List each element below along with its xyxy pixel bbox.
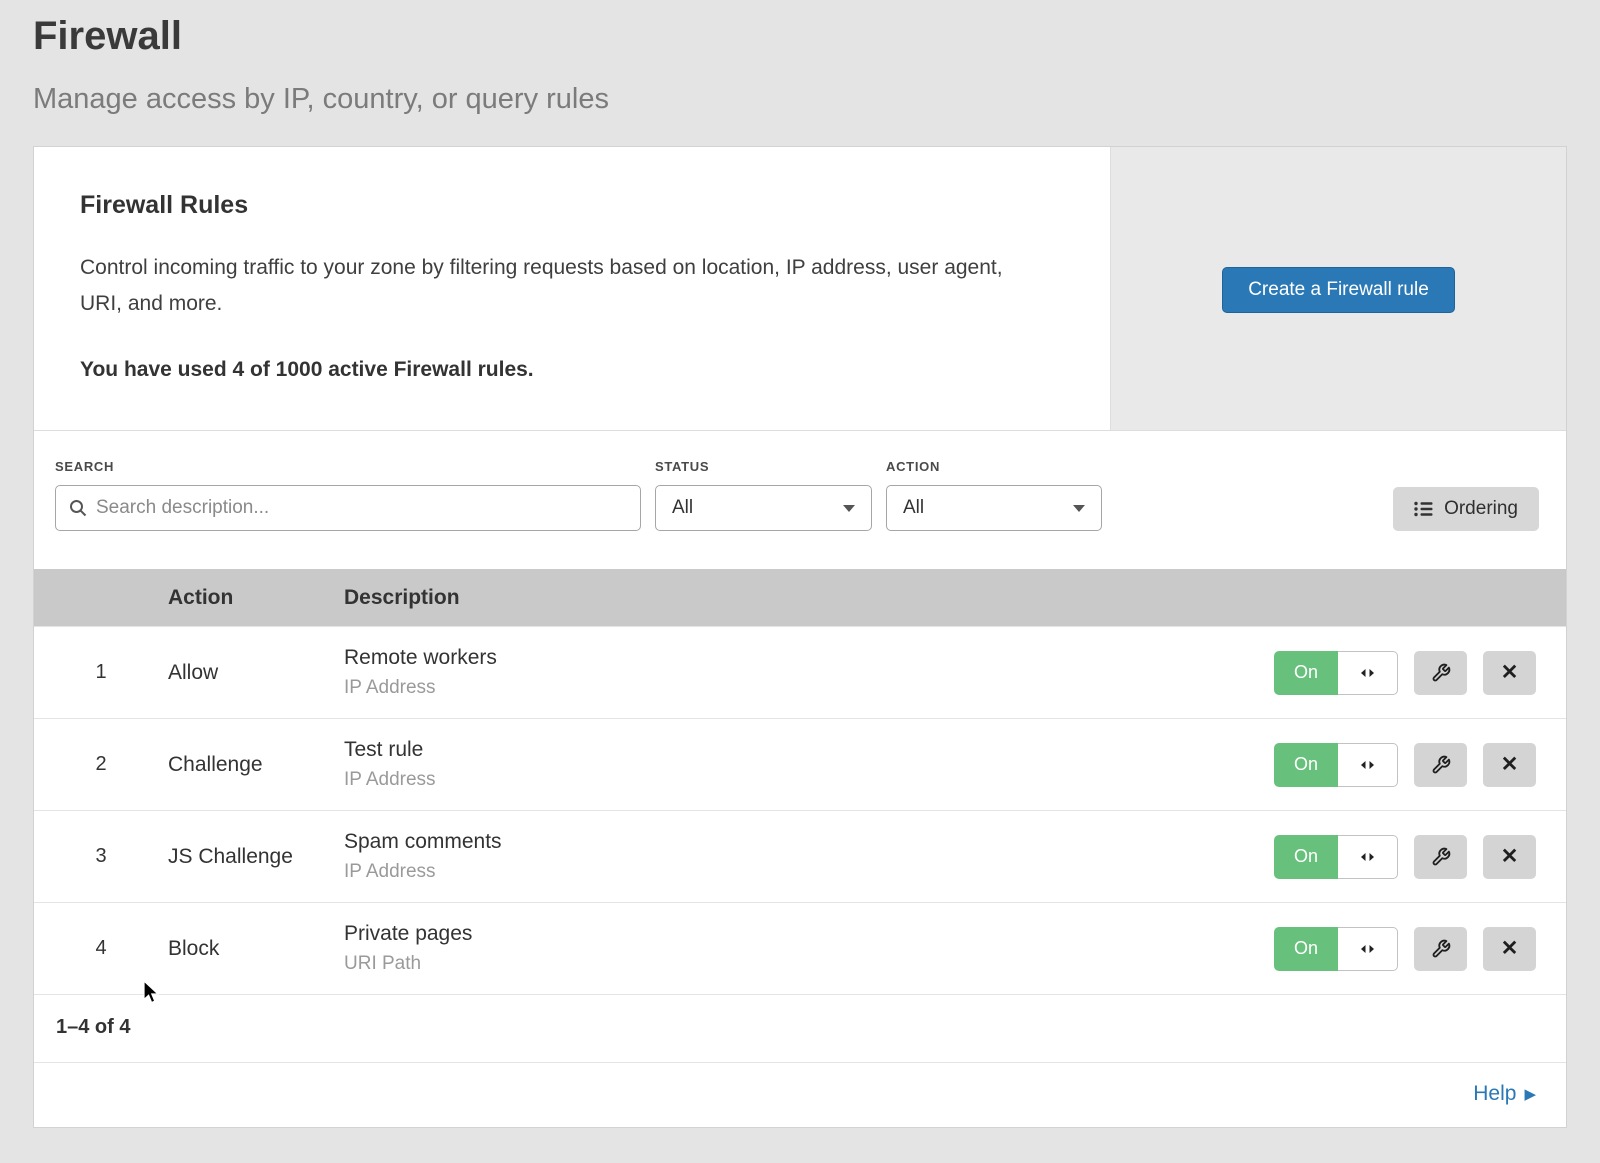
toggle-on-label: On (1274, 743, 1338, 787)
rule-action: JS Challenge (168, 845, 344, 869)
rule-priority: 4 (34, 937, 168, 960)
overview-usage: You have used 4 of 1000 active Firewall … (80, 358, 1064, 382)
toggle-on-label: On (1274, 927, 1338, 971)
column-action: Action (168, 586, 344, 610)
search-icon (69, 499, 87, 517)
toggle-drag-handle[interactable] (1338, 743, 1398, 787)
search-input[interactable] (96, 497, 627, 519)
rule-field: IP Address (344, 769, 1274, 791)
firewall-page: Firewall Manage access by IP, country, o… (0, 0, 1600, 1128)
close-icon: ✕ (1501, 844, 1519, 869)
rule-enabled-toggle[interactable]: On (1274, 651, 1398, 695)
toggle-on-label: On (1274, 651, 1338, 695)
column-description: Description (344, 586, 1566, 610)
rule-description: Remote workers (344, 646, 1274, 670)
rule-priority: 3 (34, 845, 168, 868)
status-select-value: All (672, 497, 693, 519)
ordering-button[interactable]: Ordering (1393, 487, 1539, 531)
firewall-card: Firewall Rules Control incoming traffic … (33, 146, 1567, 1128)
rule-action: Block (168, 937, 344, 961)
delete-rule-button[interactable]: ✕ (1483, 835, 1536, 879)
rule-priority: 1 (34, 661, 168, 684)
search-box (55, 485, 641, 531)
chevron-down-icon (843, 505, 855, 512)
delete-rule-button[interactable]: ✕ (1483, 651, 1536, 695)
overview-text-panel: Firewall Rules Control incoming traffic … (34, 147, 1110, 430)
rule-enabled-toggle[interactable]: On (1274, 743, 1398, 787)
help-link[interactable]: Help ▶ (1473, 1082, 1536, 1106)
table-row: 3 JS Challenge Spam comments IP Address … (34, 810, 1566, 902)
wrench-icon (1431, 755, 1451, 775)
rule-enabled-toggle[interactable]: On (1274, 927, 1398, 971)
page-subtitle: Manage access by IP, country, or query r… (33, 83, 1567, 116)
rule-description: Private pages (344, 922, 1274, 946)
toggle-drag-handle[interactable] (1338, 651, 1398, 695)
help-link-label: Help (1473, 1082, 1516, 1106)
status-label: STATUS (655, 459, 872, 474)
ordering-button-label: Ordering (1444, 498, 1518, 520)
close-icon: ✕ (1501, 936, 1519, 961)
overview-description: Control incoming traffic to your zone by… (80, 250, 1030, 322)
rule-controls: On ✕ (1274, 835, 1566, 879)
search-label: SEARCH (55, 459, 641, 474)
rule-field: IP Address (344, 677, 1274, 699)
rule-enabled-toggle[interactable]: On (1274, 835, 1398, 879)
delete-rule-button[interactable]: ✕ (1483, 927, 1536, 971)
rule-controls: On ✕ (1274, 927, 1566, 971)
page-title: Firewall (33, 14, 1567, 59)
toggle-on-label: On (1274, 835, 1338, 879)
close-icon: ✕ (1501, 752, 1519, 777)
overview-section: Firewall Rules Control incoming traffic … (34, 147, 1566, 431)
action-filter: ACTION All (886, 459, 1102, 531)
rule-controls: On ✕ (1274, 743, 1566, 787)
toggle-drag-handle[interactable] (1338, 835, 1398, 879)
action-label: ACTION (886, 459, 1102, 474)
table-header: Action Description (34, 569, 1566, 626)
search-filter: SEARCH (55, 459, 641, 531)
status-select[interactable]: All (655, 485, 872, 531)
rule-priority: 2 (34, 753, 168, 776)
table-row: 1 Allow Remote workers IP Address On (34, 626, 1566, 718)
rule-description-cell: Spam comments IP Address (344, 830, 1274, 883)
table-row: 4 Block Private pages URI Path On (34, 902, 1566, 994)
pagination: 1–4 of 4 (34, 994, 1566, 1062)
edit-rule-button[interactable] (1414, 651, 1467, 695)
wrench-icon (1431, 847, 1451, 867)
rule-field: IP Address (344, 861, 1274, 883)
rule-description: Test rule (344, 738, 1274, 762)
wrench-icon (1431, 663, 1451, 683)
overview-action-panel: Create a Firewall rule (1110, 147, 1566, 430)
table-row: 2 Challenge Test rule IP Address On (34, 718, 1566, 810)
create-firewall-rule-button[interactable]: Create a Firewall rule (1222, 267, 1455, 313)
rule-description: Spam comments (344, 830, 1274, 854)
action-select-value: All (903, 497, 924, 519)
overview-title: Firewall Rules (80, 191, 1064, 220)
rule-action: Allow (168, 661, 344, 685)
filters-bar: SEARCH STATUS All (34, 431, 1566, 569)
close-icon: ✕ (1501, 660, 1519, 685)
arrow-right-icon: ▶ (1524, 1085, 1536, 1103)
rule-action: Challenge (168, 753, 344, 777)
rule-field: URI Path (344, 953, 1274, 975)
rule-description-cell: Private pages URI Path (344, 922, 1274, 975)
chevron-down-icon (1073, 505, 1085, 512)
toggle-drag-handle[interactable] (1338, 927, 1398, 971)
edit-rule-button[interactable] (1414, 835, 1467, 879)
ordered-list-icon (1414, 501, 1433, 517)
rule-description-cell: Test rule IP Address (344, 738, 1274, 791)
help-row: Help ▶ (34, 1062, 1566, 1127)
status-filter: STATUS All (655, 459, 872, 531)
rule-description-cell: Remote workers IP Address (344, 646, 1274, 699)
wrench-icon (1431, 939, 1451, 959)
action-select[interactable]: All (886, 485, 1102, 531)
rule-controls: On ✕ (1274, 651, 1566, 695)
delete-rule-button[interactable]: ✕ (1483, 743, 1536, 787)
edit-rule-button[interactable] (1414, 927, 1467, 971)
edit-rule-button[interactable] (1414, 743, 1467, 787)
